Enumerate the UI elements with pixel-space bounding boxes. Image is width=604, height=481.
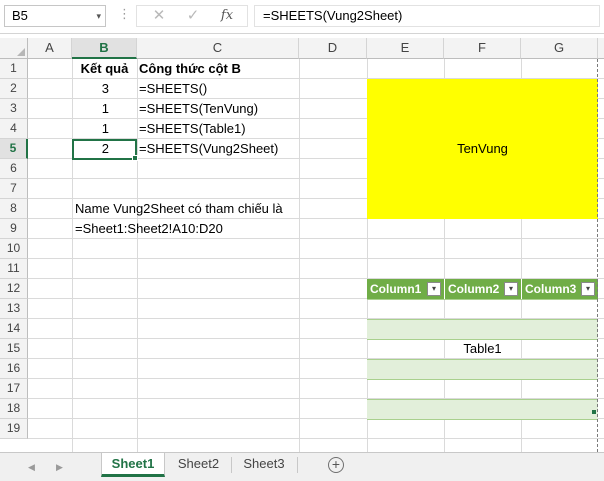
formula-input[interactable]: =SHEETS(Vung2Sheet)	[254, 5, 600, 27]
column-header-c[interactable]: C	[137, 38, 299, 59]
table-label: Table1	[463, 341, 502, 356]
filter-dropdown-icon[interactable]: ▾	[581, 282, 595, 296]
chevron-down-icon[interactable]: ▾	[96, 6, 101, 26]
tab-separator	[297, 457, 298, 473]
gridline	[28, 438, 604, 439]
tab-sheet1[interactable]: Sheet1	[101, 453, 165, 477]
cell-c3[interactable]: =SHEETS(TenVung)	[139, 99, 297, 119]
table-resize-handle[interactable]	[592, 410, 596, 414]
drag-handle-icon[interactable]: ⋮	[118, 7, 131, 21]
row-header-15[interactable]: 15	[0, 339, 28, 359]
row-header-3[interactable]: 3	[0, 99, 28, 119]
add-sheet-icon[interactable]: +	[328, 457, 344, 473]
column-header-d[interactable]: D	[299, 38, 367, 59]
row-header-1[interactable]: 1	[0, 59, 28, 79]
table-header-column3[interactable]: Column3 ▾	[521, 279, 598, 299]
cell-b8[interactable]: Name Vung2Sheet có tham chiếu là	[75, 199, 315, 219]
table-row-border	[367, 359, 598, 360]
active-cell-border	[72, 139, 137, 160]
cell-c5[interactable]: =SHEETS(Vung2Sheet)	[139, 139, 297, 159]
row-header-19[interactable]: 19	[0, 419, 28, 439]
table-row-border	[367, 299, 598, 300]
row-header-7[interactable]: 7	[0, 179, 28, 199]
table-row-border	[367, 319, 598, 320]
column-header-f[interactable]: F	[444, 38, 521, 59]
table-header-column1[interactable]: Column1 ▾	[367, 279, 444, 299]
fx-icon[interactable]: fx	[217, 8, 237, 24]
cell-b4[interactable]: 1	[72, 119, 137, 139]
cell-c2[interactable]: =SHEETS()	[139, 79, 297, 99]
column-header-overflow[interactable]	[598, 38, 604, 59]
name-box-value: B5	[12, 8, 28, 23]
cell-c1[interactable]: Công thức cột B	[139, 59, 297, 79]
cancel-icon[interactable]: ✕	[149, 8, 169, 24]
column-header-e[interactable]: E	[367, 38, 444, 59]
gridline	[28, 258, 604, 259]
column-header-g[interactable]: G	[521, 38, 598, 59]
tab-sheet3[interactable]: Sheet3	[233, 453, 295, 477]
table-header-label: Column3	[525, 282, 577, 296]
filter-dropdown-icon[interactable]: ▾	[427, 282, 441, 296]
cell-b3[interactable]: 1	[72, 99, 137, 119]
row-header-12[interactable]: 12	[0, 279, 28, 299]
table-row-border	[367, 419, 598, 420]
table-band-row[interactable]	[367, 399, 598, 419]
table-header-label: Column1	[370, 282, 422, 296]
name-box[interactable]: B5 ▾	[4, 5, 106, 27]
table-band-row[interactable]	[367, 319, 598, 339]
column-header-b[interactable]: B	[72, 38, 137, 59]
formula-bar: B5 ▾ ⋮ ✕ ✓ fx =SHEETS(Vung2Sheet)	[0, 0, 604, 34]
row-header-6[interactable]: 6	[0, 159, 28, 179]
tab-scroll-left-icon[interactable]: ◀	[28, 460, 35, 474]
row-header-17[interactable]: 17	[0, 379, 28, 399]
filter-dropdown-icon[interactable]: ▾	[504, 282, 518, 296]
row-header-4[interactable]: 4	[0, 119, 28, 139]
page-break-line	[597, 59, 598, 452]
tab-scroll-right-icon[interactable]: ▶	[56, 460, 63, 474]
fill-handle[interactable]	[132, 155, 138, 161]
row-header-8[interactable]: 8	[0, 199, 28, 219]
cell-b1[interactable]: Kết quả	[72, 59, 137, 79]
table-row-border	[367, 379, 598, 380]
row-header-2[interactable]: 2	[0, 79, 28, 99]
row-header-10[interactable]: 10	[0, 239, 28, 259]
row-header-5[interactable]: 5	[0, 139, 28, 159]
tab-sheet2[interactable]: Sheet2	[167, 453, 230, 477]
cell-c4[interactable]: =SHEETS(Table1)	[139, 119, 297, 139]
table-row-border	[367, 399, 598, 400]
row-header-14[interactable]: 14	[0, 319, 28, 339]
cell-b2[interactable]: 3	[72, 79, 137, 99]
tab-separator	[231, 457, 232, 473]
row-header-11[interactable]: 11	[0, 259, 28, 279]
table-header-column2[interactable]: Column2 ▾	[444, 279, 521, 299]
select-all-corner[interactable]	[0, 38, 28, 59]
table-header-label: Column2	[448, 282, 500, 296]
cell-b9[interactable]: =Sheet1:Sheet2!A10:D20	[75, 219, 315, 239]
check-icon[interactable]: ✓	[183, 8, 203, 24]
formula-buttons: ✕ ✓ fx	[136, 5, 248, 27]
sheet-tab-bar: ◀ ▶ Sheet1 Sheet2 Sheet3 +	[0, 452, 604, 481]
row-header-9[interactable]: 9	[0, 219, 28, 239]
row-header-16[interactable]: 16	[0, 359, 28, 379]
table-band-row[interactable]	[367, 359, 598, 379]
worksheet-grid[interactable]: A B C D E F G 1 2 3 4 5 6 7 8 9 10 11 12…	[0, 38, 604, 452]
row-header-13[interactable]: 13	[0, 299, 28, 319]
named-range-label: TenVung	[457, 141, 508, 156]
row-header-18[interactable]: 18	[0, 399, 28, 419]
column-header-a[interactable]: A	[28, 38, 72, 59]
